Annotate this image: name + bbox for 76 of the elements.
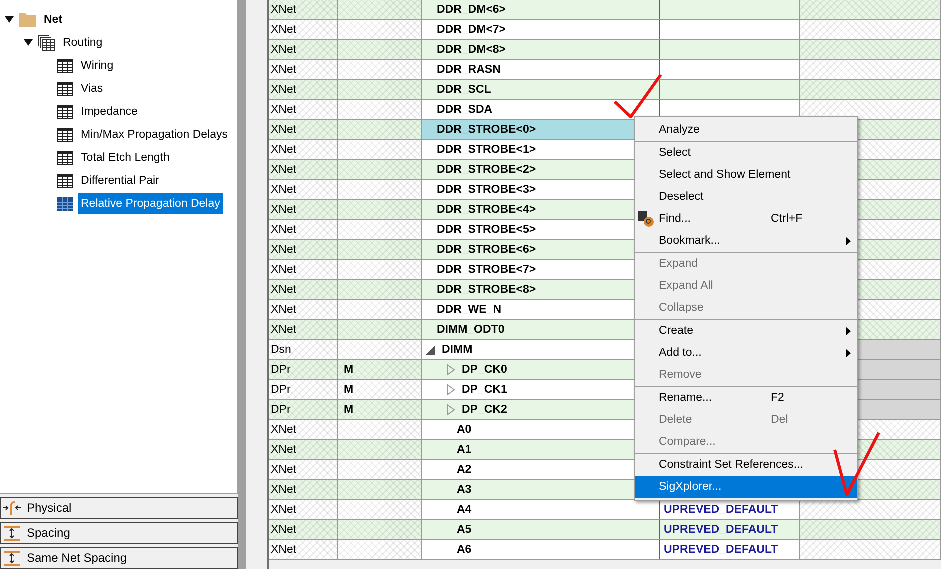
table-cell: XNet [269,140,338,159]
table-cell[interactable]: A6 [422,540,660,559]
table-cell: XNet [269,100,338,119]
table-cell[interactable]: A4 [422,500,660,519]
stacked-tables-icon [38,34,55,50]
table-cell: XNet [269,160,338,179]
table-cell: XNet [269,440,338,459]
table-cell: UPREVED_DEFAULT [660,540,800,559]
table-cell: UPREVED_DEFAULT [660,500,800,519]
table-cell: XNet [269,260,338,279]
expanded-triangle-icon[interactable] [426,344,436,356]
table-cell: XNet [269,320,338,339]
table-icon [57,128,73,142]
table-cell: XNet [269,500,338,519]
table-cell: XNet [269,280,338,299]
table-cell: XNet [269,0,338,19]
table-cell[interactable]: DDR_DM<6> [422,0,660,19]
table-cell: M [338,360,422,379]
table-icon [57,58,73,72]
table-cell[interactable]: DDR_SDA [422,100,660,119]
table-cell[interactable]: DDR_SCL [422,80,660,99]
collapsed-triangle-icon[interactable] [446,404,456,416]
table-cell[interactable]: DDR_DM<8> [422,40,660,59]
table-cell[interactable]: A5 [422,520,660,539]
collapsed-triangle-icon[interactable] [446,384,456,396]
tree-item[interactable]: Net [41,9,66,30]
table-cell: XNet [269,300,338,319]
table-icon [57,150,73,164]
table-icon [57,82,73,96]
tree-item[interactable]: Routing [60,32,106,53]
tree-item[interactable]: Min/Max Propagation Delays [78,124,232,145]
table-cell[interactable]: DDR_DM<7> [422,20,660,39]
tree-item[interactable]: Vias [78,78,106,99]
domain-tab[interactable]: Spacing [0,522,238,544]
tree-item[interactable]: Relative Propagation Delay [78,193,224,214]
check-mark-drawing [612,72,664,120]
table-cell: XNet [269,520,338,539]
table-cell: UPREVED_DEFAULT [660,520,800,539]
tree-item[interactable]: Impedance [78,101,141,122]
table-cell: XNet [269,200,338,219]
table-cell: XNet [269,40,338,59]
table-cell: XNet [269,20,338,39]
table-cell: XNet [269,120,338,139]
table-cell: XNet [269,60,338,79]
table-icon [57,104,73,118]
table-cell: DPr [269,400,338,419]
table-cell: XNet [269,220,338,239]
table-cell: XNet [269,180,338,199]
collapse-arrow-icon[interactable] [4,14,14,24]
domain-tab[interactable]: Physical [0,497,238,519]
tree-item[interactable]: Total Etch Length [78,147,173,168]
collapsed-triangle-icon[interactable] [446,364,456,376]
table-icon [57,174,73,188]
table-cell: DPr [269,360,338,379]
table-cell: DPr [269,380,338,399]
menu-item[interactable]: SigXplorer... [635,476,857,498]
table-cell[interactable]: DDR_RASN [422,60,660,79]
collapse-arrow-icon[interactable] [23,38,33,48]
spacing-rule-icon [3,526,21,540]
tree-item[interactable]: Differential Pair [78,170,162,191]
tree-item[interactable]: Wiring [78,55,117,76]
table-cell: Dsn [269,340,338,359]
domain-tab[interactable]: Same Net Spacing [0,547,238,569]
table-cell: XNet [269,460,338,479]
table-icon [57,196,73,210]
table-cell: M [338,380,422,399]
table-cell: XNet [269,80,338,99]
physical-rule-icon [3,501,21,515]
folder-icon [19,12,36,27]
table-cell: XNet [269,480,338,499]
table-cell: XNet [269,240,338,259]
spacing-rule-icon [3,550,21,566]
table-cell: XNet [269,540,338,559]
table-cell: M [338,400,422,419]
table-cell: XNet [269,420,338,439]
check-mark-drawing [832,430,882,498]
